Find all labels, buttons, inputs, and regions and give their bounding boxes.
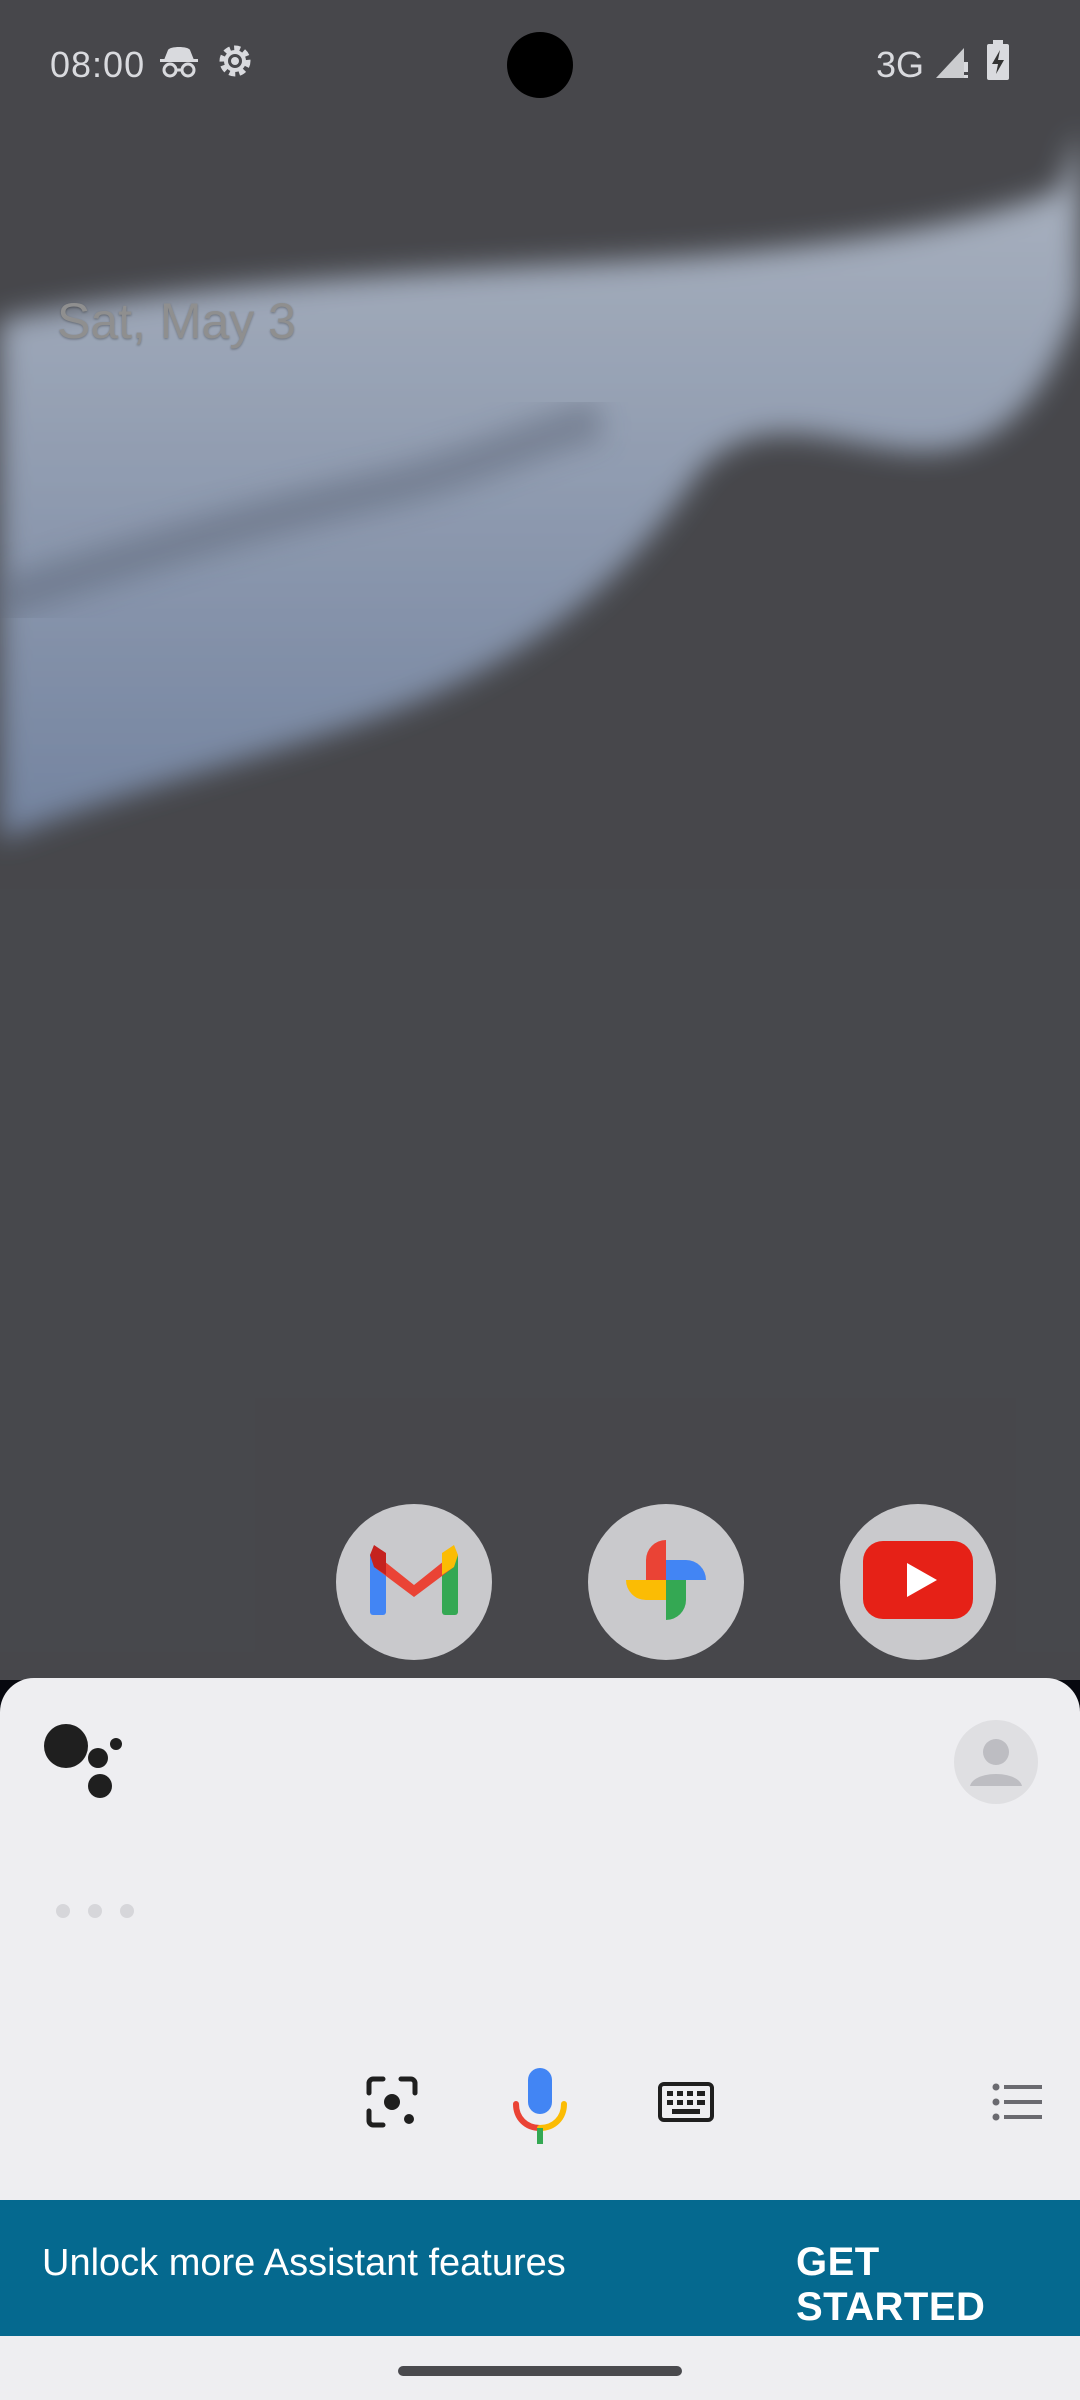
promo-text: Unlock more Assistant features: [42, 2242, 566, 2284]
camera-cutout: [507, 32, 573, 98]
gmail-icon: [370, 1544, 458, 1620]
home-date[interactable]: Sat, May 3: [57, 292, 296, 350]
loading-dots: [56, 1904, 152, 1923]
youtube-icon: [863, 1540, 973, 1624]
gmail-app[interactable]: [336, 1504, 492, 1660]
status-bar: 08:00 3G: [0, 0, 1080, 128]
account-avatar[interactable]: [954, 1720, 1038, 1804]
lens-button[interactable]: [360, 2072, 424, 2136]
keyboard-button[interactable]: [656, 2080, 716, 2128]
activity-button[interactable]: [990, 2080, 1046, 2128]
photos-app[interactable]: [588, 1504, 744, 1660]
settings-gear-icon: [214, 40, 256, 82]
mic-icon: [510, 2066, 570, 2151]
status-time: 08:00: [50, 44, 146, 85]
photos-icon: [618, 1532, 714, 1633]
lens-icon: [365, 2075, 419, 2134]
mic-button[interactable]: [502, 2062, 578, 2154]
loading-dot: [120, 1904, 134, 1918]
assistant-logo-icon: [42, 1722, 128, 1802]
loading-dot: [88, 1904, 102, 1918]
incognito-icon: [158, 40, 200, 82]
battery-charging-icon: [986, 40, 1028, 82]
signal-icon: [934, 44, 976, 86]
list-icon: [992, 2082, 1044, 2127]
get-started-button[interactable]: GET STARTED: [796, 2240, 1080, 2330]
loading-dot: [56, 1904, 70, 1918]
network-type: 3G: [876, 44, 925, 85]
promo-banner: Unlock more Assistant features GET START…: [0, 2200, 1080, 2336]
youtube-app[interactable]: [840, 1504, 996, 1660]
gesture-nav-handle[interactable]: [398, 2366, 682, 2376]
keyboard-icon: [658, 2081, 714, 2127]
